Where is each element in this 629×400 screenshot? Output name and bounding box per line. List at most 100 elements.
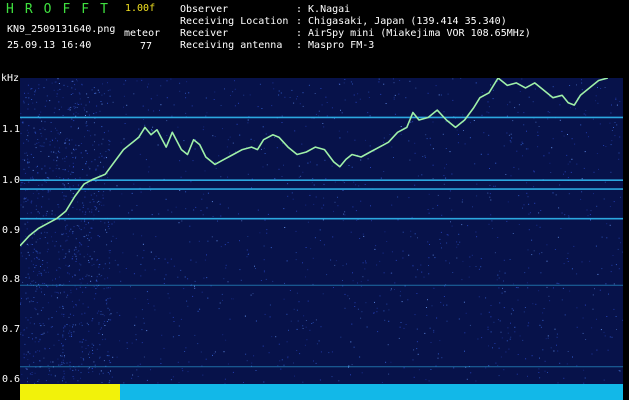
noise-speck: [610, 271, 612, 273]
noise-speck: [27, 381, 28, 383]
noise-speck: [58, 364, 60, 366]
noise-speck: [28, 276, 30, 278]
noise-speck: [320, 351, 322, 353]
noise-speck: [96, 312, 98, 314]
noise-speck: [365, 139, 366, 141]
noise-speck: [488, 365, 490, 367]
noise-speck: [77, 113, 79, 115]
noise-speck: [37, 172, 39, 174]
noise-speck: [68, 265, 70, 267]
noise-speck: [356, 219, 358, 221]
noise-speck: [79, 323, 80, 325]
mode-label: meteor: [124, 28, 161, 39]
noise-speck: [496, 279, 498, 281]
noise-speck: [507, 104, 508, 106]
noise-speck: [49, 100, 51, 102]
noise-speck: [123, 138, 125, 140]
noise-speck: [54, 107, 56, 109]
noise-speck: [283, 298, 285, 300]
noise-speck: [112, 101, 114, 103]
observer-value: : K.Nagai: [296, 4, 351, 15]
noise-speck: [481, 337, 483, 339]
noise-speck: [109, 309, 111, 311]
noise-speck: [49, 144, 51, 146]
noise-speck: [107, 221, 109, 223]
noise-speck: [55, 137, 57, 139]
noise-speck: [514, 107, 516, 109]
noise-speck: [605, 283, 607, 285]
noise-speck: [251, 362, 253, 364]
noise-speck: [46, 262, 48, 264]
noise-speck: [526, 192, 528, 194]
noise-speck: [185, 347, 187, 349]
noise-speck: [47, 248, 49, 250]
noise-speck: [40, 132, 42, 134]
noise-speck: [23, 201, 25, 203]
noise-speck: [62, 115, 64, 116]
noise-speck: [82, 202, 84, 204]
noise-speck: [81, 84, 83, 86]
noise-speck: [488, 345, 489, 347]
noise-speck: [68, 332, 70, 334]
noise-speck: [547, 335, 549, 337]
noise-speck: [62, 348, 64, 350]
noise-speck: [46, 95, 48, 97]
noise-speck: [203, 277, 205, 279]
noise-speck: [198, 240, 200, 242]
noise-speck: [70, 94, 72, 95]
noise-speck: [79, 93, 81, 95]
noise-speck: [564, 314, 566, 316]
noise-speck: [458, 233, 460, 235]
noise-speck: [69, 325, 71, 327]
noise-speck: [173, 104, 175, 106]
noise-speck: [548, 295, 550, 297]
noise-speck: [82, 303, 84, 305]
noise-speck: [87, 208, 89, 210]
noise-speck: [491, 220, 493, 222]
noise-speck: [33, 270, 35, 272]
noise-speck: [178, 335, 180, 336]
noise-speck: [185, 170, 187, 172]
noise-speck: [376, 307, 378, 309]
noise-speck: [353, 181, 355, 183]
noise-speck: [73, 249, 75, 251]
noise-speck: [319, 379, 321, 381]
noise-speck: [163, 283, 165, 284]
noise-speck: [312, 283, 314, 285]
noise-speck: [63, 258, 65, 259]
noise-speck: [343, 82, 345, 84]
noise-speck: [432, 178, 434, 180]
noise-speck: [78, 269, 80, 271]
noise-speck: [87, 324, 89, 326]
noise-speck: [544, 360, 546, 362]
noise-speck: [287, 183, 289, 185]
noise-speck: [609, 122, 611, 124]
noise-speck: [53, 151, 55, 153]
noise-speck: [586, 209, 588, 211]
noise-speck: [80, 220, 82, 222]
noise-speck: [106, 231, 108, 233]
noise-speck: [192, 160, 194, 162]
noise-speck: [56, 96, 58, 97]
noise-speck: [86, 234, 88, 236]
noise-speck: [539, 253, 540, 255]
noise-speck: [158, 258, 160, 259]
noise-speck: [104, 325, 106, 326]
noise-speck: [40, 151, 42, 152]
noise-speck: [135, 334, 137, 336]
noise-speck: [569, 290, 571, 292]
noise-speck: [97, 165, 99, 167]
noise-speck: [62, 377, 64, 379]
noise-speck: [34, 91, 36, 93]
noise-speck: [34, 341, 36, 343]
noise-speck: [82, 358, 84, 360]
noise-speck: [27, 199, 29, 201]
noise-speck: [315, 113, 317, 115]
noise-speck: [150, 251, 152, 253]
noise-speck: [281, 359, 283, 361]
noise-speck: [271, 105, 273, 107]
noise-speck: [600, 88, 602, 89]
noise-speck: [32, 338, 33, 340]
noise-speck: [508, 348, 510, 350]
noise-speck: [62, 359, 64, 361]
